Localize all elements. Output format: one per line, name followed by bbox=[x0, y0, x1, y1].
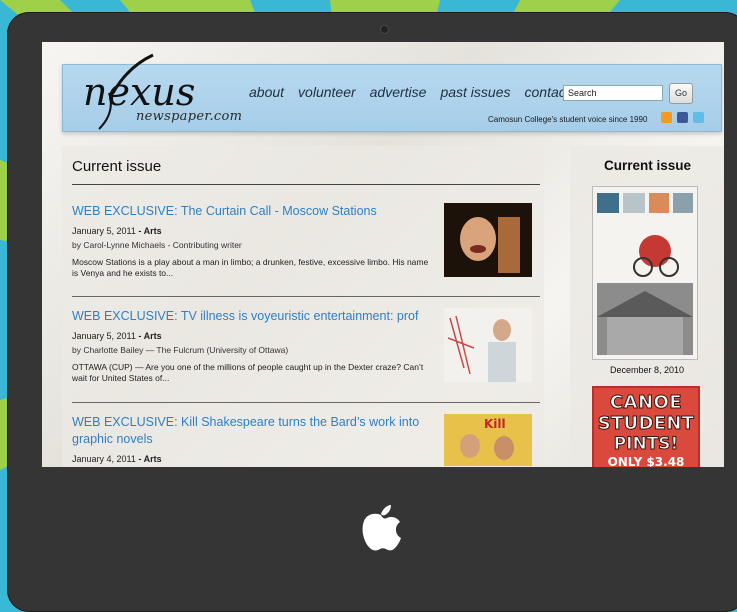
issue-date: December 8, 2010 bbox=[610, 365, 685, 375]
nav-advertise[interactable]: advertise bbox=[370, 84, 427, 100]
sidebar-heading: Current issue bbox=[604, 158, 692, 173]
ad-line: STUDENT bbox=[597, 413, 695, 435]
article-date: January 4, 2011 bbox=[72, 454, 136, 464]
sidebar: Current issue December 8, 2010 CANOE STU… bbox=[570, 146, 724, 467]
svg-text:Kill: Kill bbox=[484, 417, 506, 431]
search-go-button[interactable]: Go bbox=[669, 83, 693, 104]
article-title-link[interactable]: WEB EXCLUSIVE: Kill Shakespeare turns th… bbox=[72, 414, 422, 448]
article-divider bbox=[72, 296, 540, 297]
article-thumbnail[interactable]: Kill bbox=[444, 414, 532, 466]
issue-cover-image[interactable] bbox=[592, 186, 698, 360]
article-excerpt: OTTAWA (CUP) — Are you one of the millio… bbox=[72, 362, 424, 383]
article-title-link[interactable]: WEB EXCLUSIVE: The Curtain Call - Moscow… bbox=[72, 203, 422, 220]
ad-line: PINTS! bbox=[613, 434, 679, 455]
nav-past-issues[interactable]: past issues bbox=[440, 84, 510, 100]
tagline: Camosun College's student voice since 19… bbox=[488, 115, 648, 124]
advertisement-banner[interactable]: CANOE STUDENT PINTS! ONLY $3.48 bbox=[592, 386, 700, 467]
article-date: January 5, 2011 bbox=[72, 226, 136, 236]
article-item: WEB EXCLUSIVE: The Curtain Call - Moscow… bbox=[72, 203, 540, 278]
facebook-icon[interactable] bbox=[677, 112, 688, 123]
article-item: WEB EXCLUSIVE: TV illness is voyeuristic… bbox=[72, 308, 540, 383]
article-title-link[interactable]: WEB EXCLUSIVE: TV illness is voyeuristic… bbox=[72, 308, 422, 325]
main-content: Current issue WEB EXCLUSIVE: The Curtain… bbox=[62, 146, 544, 467]
twitter-icon[interactable] bbox=[693, 112, 704, 123]
rss-icon[interactable] bbox=[661, 112, 672, 123]
article-divider bbox=[72, 402, 540, 403]
section-heading: Current issue bbox=[72, 158, 162, 175]
svg-text:nexus: nexus bbox=[83, 70, 195, 114]
main-nav: about volunteer advertise past issues co… bbox=[249, 84, 570, 100]
logo-subtitle: newspaper.com bbox=[136, 109, 243, 124]
ad-line: CANOE bbox=[609, 392, 683, 414]
nav-volunteer[interactable]: volunteer bbox=[298, 84, 356, 100]
article-thumbnail[interactable] bbox=[444, 308, 532, 382]
divider bbox=[72, 184, 540, 185]
article-excerpt: Moscow Stations is a play about a man in… bbox=[72, 257, 429, 278]
search-input[interactable]: Search bbox=[563, 85, 663, 101]
nav-about[interactable]: about bbox=[249, 84, 284, 100]
article-section[interactable]: Arts bbox=[144, 226, 162, 236]
article-section[interactable]: Arts bbox=[144, 454, 162, 464]
browser-screen: nexus newspaper.com about volunteer adve… bbox=[42, 42, 724, 467]
article-item: WEB EXCLUSIVE: Kill Shakespeare turns th… bbox=[72, 414, 540, 466]
article-section[interactable]: Arts bbox=[144, 331, 162, 341]
camera-icon bbox=[381, 26, 388, 33]
site-header: nexus newspaper.com about volunteer adve… bbox=[62, 53, 722, 132]
ad-price: ONLY $3.48 bbox=[607, 455, 685, 467]
apple-logo-icon bbox=[362, 505, 401, 551]
article-thumbnail[interactable] bbox=[444, 203, 532, 277]
article-date: January 5, 2011 bbox=[72, 331, 136, 341]
